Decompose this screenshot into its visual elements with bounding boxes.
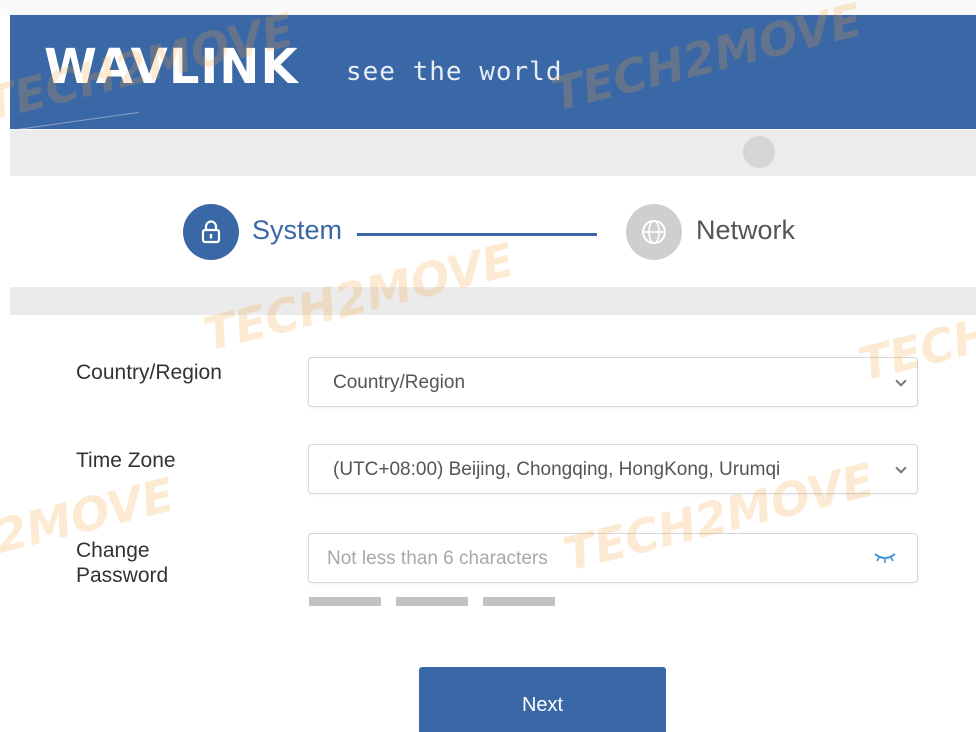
- password-strength-segment: [309, 597, 381, 606]
- lock-icon: [183, 204, 239, 260]
- step-network-label: Network: [696, 215, 796, 245]
- top-strip: [0, 0, 976, 15]
- next-button[interactable]: Next: [419, 667, 666, 732]
- wavlink-logo: WAVLINK: [44, 39, 299, 95]
- header-sub-bar: [10, 111, 976, 176]
- country-region-label: Country/Region: [76, 361, 222, 384]
- time-zone-label: Time Zone: [76, 449, 176, 472]
- header-tagline: see the world: [346, 57, 563, 87]
- password-strength-segment: [483, 597, 555, 606]
- change-password-label: Change Password: [76, 539, 169, 588]
- step-system-label: System: [252, 215, 343, 245]
- country-region-select[interactable]: Country/Region: [308, 357, 918, 407]
- password-field[interactable]: Not less than 6 characters: [308, 533, 918, 583]
- chevron-down-icon: [895, 375, 907, 387]
- header-banner: WAVLINK see the world: [10, 15, 976, 129]
- password-strength-segment: [396, 597, 468, 606]
- country-region-value: Country/Region: [333, 372, 466, 393]
- globe-icon: [626, 204, 682, 260]
- setup-steps: System Network: [0, 200, 976, 264]
- section-divider-band: [10, 287, 976, 315]
- step-connector-line: [357, 233, 597, 236]
- eye-closed-icon[interactable]: [873, 550, 897, 571]
- decorative-dot: [743, 136, 775, 168]
- chevron-down-icon: [895, 462, 907, 474]
- time-zone-select[interactable]: (UTC+08:00) Beijing, Chongqing, HongKong…: [308, 444, 918, 494]
- time-zone-value: (UTC+08:00) Beijing, Chongqing, HongKong…: [333, 459, 781, 480]
- password-placeholder: Not less than 6 characters: [327, 548, 548, 569]
